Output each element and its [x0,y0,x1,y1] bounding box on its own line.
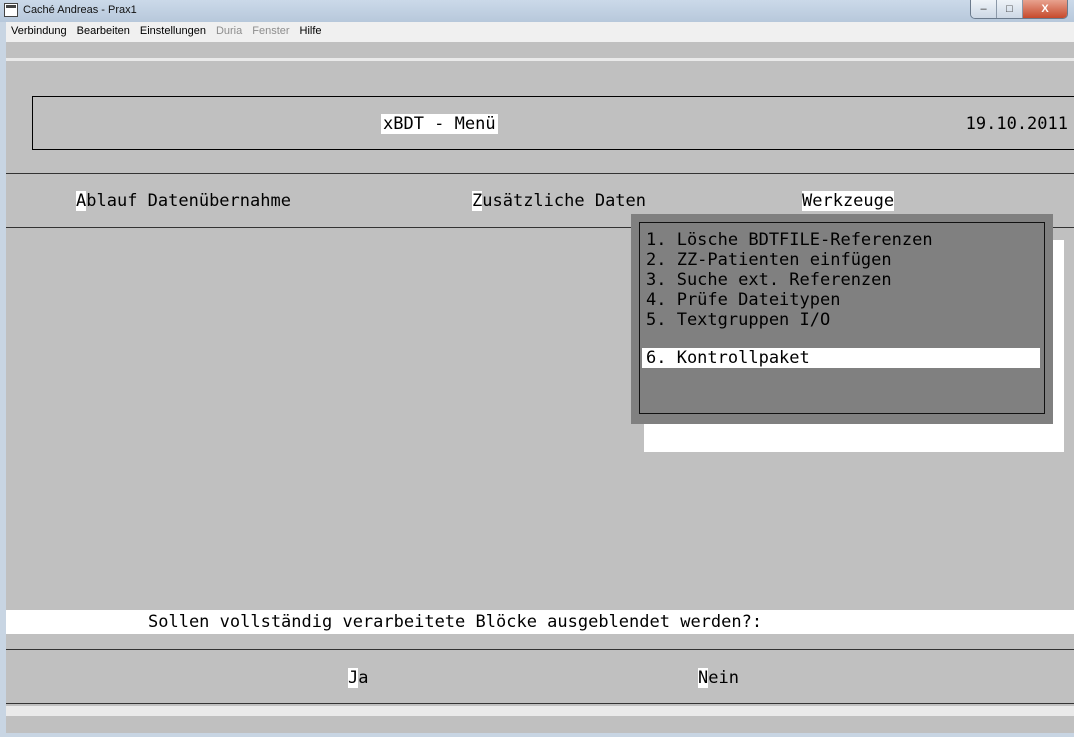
menu-label: Werkzeuge [802,191,895,211]
answer-label: a [358,668,369,688]
menu-bearbeiten[interactable]: Bearbeiten [72,22,135,37]
title-bar[interactable]: Caché Andreas - Prax1 – □ X [0,0,1074,22]
menu-hilfe[interactable]: Hilfe [295,22,327,37]
menu-zusaetzliche-daten[interactable]: Zusätzliche Daten [472,191,646,211]
menu-werkzeuge[interactable]: Werkzeuge [802,191,895,211]
menu-top-divider [6,173,1074,174]
header-box: xBDT - Menü 19.10.2011 [32,96,1074,150]
answers-top-divider [6,649,1074,650]
screen-title: xBDT - Menü [381,114,498,134]
menu-verbindung[interactable]: Verbindung [6,22,72,37]
bottom-strip [6,706,1074,716]
menu-label: usätzliche Daten [482,191,647,211]
minimize-button[interactable]: – [971,0,997,18]
window-title: Caché Andreas - Prax1 [23,4,137,16]
answer-ja[interactable]: Ja [348,668,369,688]
werkzeuge-popup: 1. Lösche BDTFILE-Referenzen 2. ZZ-Patie… [631,214,1053,424]
popup-item-kontrollpaket[interactable]: 6. Kontrollpaket [642,348,1040,368]
menu-ablauf-datenuebernahme[interactable]: Ablauf Datenübernahme [76,191,291,211]
popup-frame: 1. Lösche BDTFILE-Referenzen 2. ZZ-Patie… [639,222,1045,414]
prompt-question: Sollen vollständig verarbeitete Blöcke a… [148,612,763,632]
menu-bar: Verbindung Bearbeiten Einstellungen Duria Fe… [6,22,1074,42]
prompt-bar: Sollen vollständig verarbeitete Blöcke a… [6,610,1074,634]
answer-label: ein [708,668,739,688]
maximize-button[interactable]: □ [997,0,1023,18]
popup-item-textgruppen-io[interactable]: 5. Textgruppen I/O [646,310,830,330]
terminal-app-icon[interactable] [4,3,18,17]
close-button[interactable]: X [1023,0,1067,18]
app-window: Caché Andreas - Prax1 – □ X Verbindung Be… [0,0,1074,737]
popup-item-zz-patienten-einfuegen[interactable]: 2. ZZ-Patienten einfügen [646,250,892,270]
menu-einstellungen[interactable]: Einstellungen [135,22,211,37]
menu-hotkey: Z [472,191,483,211]
popup-item-pruefe-dateitypen[interactable]: 4. Prüfe Dateitypen [646,290,840,310]
top-strip [6,58,1074,61]
answer-hotkey: J [348,668,359,688]
popup-item-loesche-bdtfile-referenzen[interactable]: 1. Lösche BDTFILE-Referenzen [646,230,933,250]
screen-date: 19.10.2011 [965,114,1068,134]
terminal-screen[interactable]: xBDT - Menü 19.10.2011 Ablauf Datenübern… [6,42,1074,733]
window-controls: – □ X [970,0,1068,19]
answer-nein[interactable]: Nein [698,668,739,688]
answer-hotkey: N [698,668,709,688]
menu-duria[interactable]: Duria [211,22,247,37]
popup-item-suche-ext-referenzen[interactable]: 3. Suche ext. Referenzen [646,270,892,290]
menu-hotkey: A [76,191,87,211]
answers-bottom-divider [6,703,1074,704]
menu-label: blauf Datenübernahme [86,191,291,211]
menu-fenster[interactable]: Fenster [247,22,294,37]
